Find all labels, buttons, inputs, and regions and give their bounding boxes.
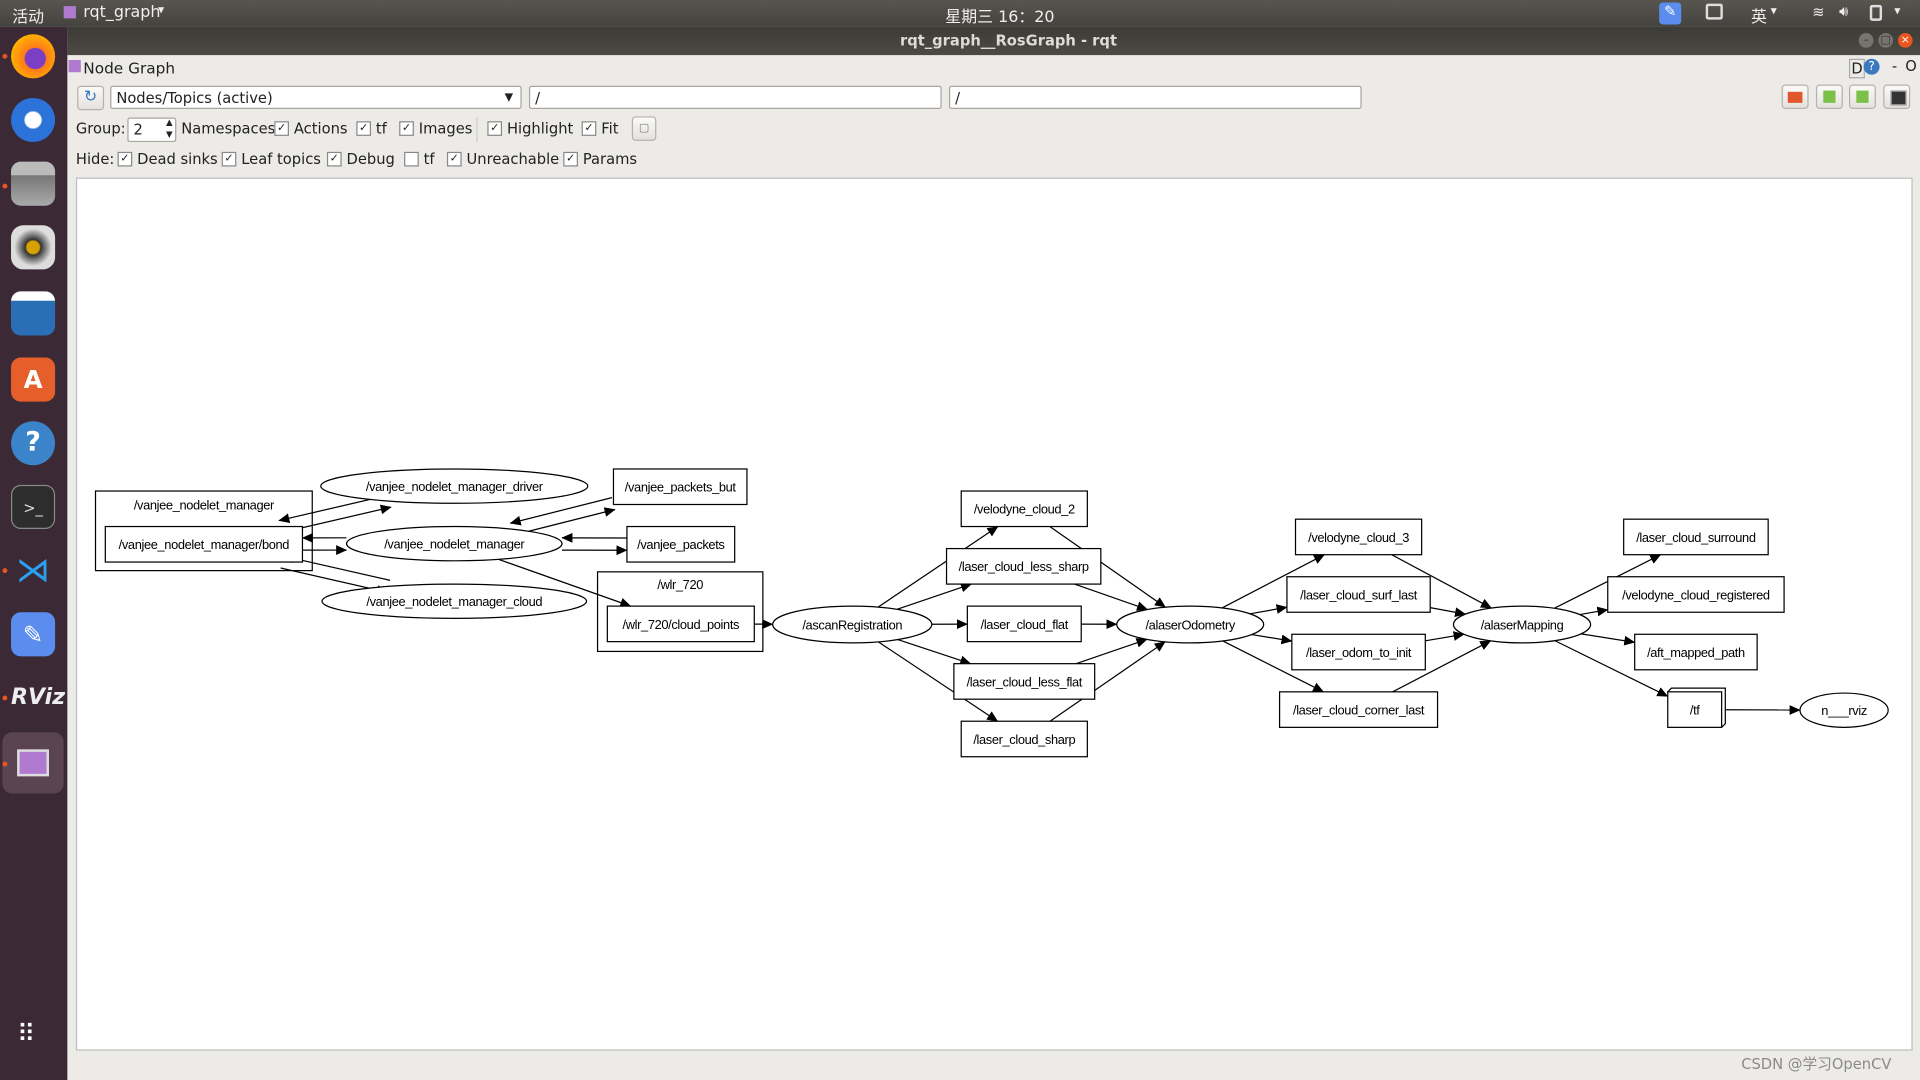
node-label: /velodyne_cloud_2	[974, 502, 1075, 517]
node-label: /laser_cloud_corner_last	[1293, 702, 1425, 717]
topic-v2[interactable]: /velodyne_cloud_2	[960, 490, 1088, 528]
node-label: /laser_cloud_less_sharp	[959, 559, 1089, 574]
topic-less_sharp[interactable]: /laser_cloud_less_sharp	[945, 547, 1102, 585]
node-label: /laser_cloud_sharp	[973, 732, 1075, 747]
node-label: /vanjee_packets	[637, 537, 724, 552]
topic-corner[interactable]: /laser_cloud_corner_last	[1278, 691, 1439, 728]
node-label: /vanjee_nodelet_manager_cloud	[366, 594, 542, 609]
group-label: /vanjee_nodelet_manager	[134, 497, 275, 512]
topic-cloud_points[interactable]: /wlr_720/cloud_points	[606, 605, 755, 643]
topic-v3[interactable]: /velodyne_cloud_3	[1294, 518, 1423, 556]
topic-bond[interactable]: /vanjee_nodelet_manager/bond	[104, 525, 304, 563]
node-ascan[interactable]: /ascanRegistration	[772, 605, 933, 644]
node-label: /wlr_720/cloud_points	[623, 617, 740, 632]
topic-surround[interactable]: /laser_cloud_surround	[1623, 518, 1769, 556]
edge-less_sharp-to-odom	[1074, 583, 1149, 611]
node-label: /velodyne_cloud_registered	[1622, 587, 1770, 602]
node-label: /alaserOdometry	[1145, 617, 1235, 632]
node-label: /alaserMapping	[1481, 617, 1564, 632]
edge-ascan-to-less_sharp	[896, 582, 972, 610]
node-label: /vanjee_nodelet_manager_driver	[366, 479, 544, 494]
node-label: /laser_odom_to_init	[1306, 645, 1412, 660]
node-mgr[interactable]: /vanjee_nodelet_manager	[345, 525, 563, 562]
topic-flat[interactable]: /laser_cloud_flat	[966, 605, 1082, 643]
edge-odom-to-init	[1251, 633, 1293, 645]
topic-less_flat[interactable]: /laser_cloud_less_flat	[953, 663, 1096, 700]
watermark: CSDN @学习OpenCV	[1741, 1055, 1892, 1073]
node-label: /velodyne_cloud_3	[1308, 530, 1409, 545]
node-driver[interactable]: /vanjee_nodelet_manager_driver	[320, 468, 589, 504]
edge-packets_but-to-mgr	[509, 497, 613, 526]
node-label: /vanjee_packets_but	[625, 480, 737, 495]
node-label: /laser_cloud_surround	[1636, 530, 1756, 545]
edge-map-to-registered	[1579, 606, 1609, 617]
topic-aft[interactable]: /aft_mapped_path	[1634, 633, 1758, 671]
edge-ascan-to-less_flat	[897, 638, 972, 666]
edge-init-to-map	[1425, 631, 1465, 642]
ros-graph: /vanjee_nodelet_manager/wlr_720/vanjee_n…	[94, 468, 1889, 758]
node-label: /ascanRegistration	[802, 617, 902, 632]
topic-init[interactable]: /laser_odom_to_init	[1291, 633, 1426, 671]
node-map[interactable]: /alaserMapping	[1452, 605, 1592, 644]
node-rviz[interactable]: n___rviz	[1799, 692, 1889, 728]
topic-registered[interactable]: /velodyne_cloud_registered	[1607, 576, 1785, 613]
topic-surf[interactable]: /laser_cloud_surf_last	[1286, 576, 1431, 613]
node-label: /laser_cloud_flat	[981, 617, 1069, 632]
group-label: /wlr_720	[657, 577, 703, 592]
node-label: /laser_cloud_less_flat	[967, 674, 1083, 689]
edge-map-to-aft	[1580, 633, 1636, 646]
node-label: /vanjee_nodelet_manager/bond	[119, 537, 290, 552]
node-label: /vanjee_nodelet_manager	[384, 537, 525, 552]
edge-less_flat-to-odom	[1075, 638, 1148, 665]
edge-odom-to-surf	[1249, 604, 1288, 615]
node-label: n___rviz	[1821, 703, 1867, 718]
node-cloud[interactable]: /vanjee_nodelet_manager_cloud	[321, 583, 588, 619]
edge-surf-to-map	[1430, 607, 1467, 618]
node-label: /tf	[1690, 702, 1700, 717]
node-label: /aft_mapped_path	[1647, 645, 1745, 660]
node-label: /laser_cloud_surf_last	[1300, 587, 1418, 602]
topic-packets_but[interactable]: /vanjee_packets_but	[612, 468, 748, 506]
topic-packets[interactable]: /vanjee_packets	[626, 525, 736, 563]
node-odom[interactable]: /alaserOdometry	[1116, 605, 1265, 644]
topic-tf[interactable]: /tf	[1667, 687, 1726, 728]
topic-sharp[interactable]: /laser_cloud_sharp	[960, 720, 1088, 758]
